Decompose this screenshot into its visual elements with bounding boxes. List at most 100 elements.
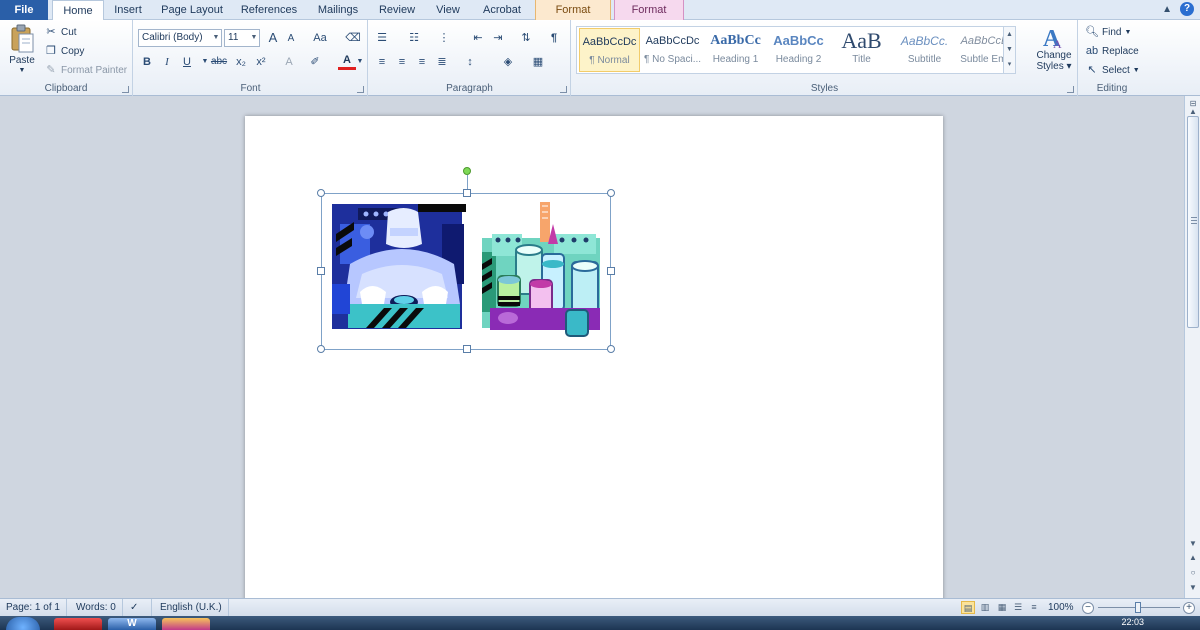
tab-format-picture[interactable]: Format [535, 0, 611, 20]
clipboard-launcher-icon[interactable] [122, 86, 129, 93]
taskbar-clock[interactable]: 22:03 [1121, 617, 1144, 627]
styles-scrollbar[interactable]: ▲ ▼ ▾ [1003, 27, 1015, 73]
style-normal[interactable]: AaBbCcDc ¶ Normal [579, 28, 640, 72]
help-icon[interactable]: ? [1180, 2, 1194, 16]
browse-object-icon[interactable]: ○ [1187, 567, 1199, 579]
scroll-down-icon[interactable]: ▼ [1187, 538, 1199, 550]
document-page[interactable] [245, 116, 943, 598]
taskbar-word-icon[interactable]: W [108, 618, 156, 630]
zoom-in-button[interactable]: + [1183, 602, 1195, 614]
sort-icon[interactable]: ⇅ [517, 29, 535, 47]
full-screen-reading-icon[interactable]: ▥ [978, 601, 992, 614]
grow-font-button[interactable]: A [264, 29, 282, 47]
paste-button[interactable]: Paste ▼ [6, 24, 38, 74]
cut-button[interactable]: ✂ Cut [44, 25, 76, 39]
align-center-icon[interactable]: ≡ [393, 53, 411, 71]
proofing-icon[interactable]: ✓ [124, 599, 152, 617]
taskbar-app-icon[interactable] [54, 618, 102, 630]
borders-icon[interactable]: ▦ [529, 53, 547, 71]
next-page-icon[interactable]: ▼ [1187, 582, 1199, 594]
select-button[interactable]: ↖ Select ▼ [1085, 63, 1139, 77]
picture-selection-frame[interactable] [317, 167, 615, 353]
strikethrough-button[interactable]: abc [208, 53, 230, 71]
tab-review[interactable]: Review [372, 0, 422, 20]
word-count-status[interactable]: Words: 0 [70, 599, 123, 617]
style-subtitle[interactable]: AaBbCc. Subtitle [894, 28, 955, 72]
text-effects-icon[interactable]: A [280, 53, 298, 71]
font-size-dropdown[interactable]: 11 ▼ [224, 29, 260, 47]
font-color-dropdown-icon[interactable]: ▼ [355, 53, 365, 71]
tab-mailings[interactable]: Mailings [310, 0, 366, 20]
highlight-icon[interactable]: ✐ [306, 53, 324, 71]
bold-button[interactable]: B [138, 53, 156, 71]
tab-insert[interactable]: Insert [106, 0, 150, 20]
styles-launcher-icon[interactable] [1067, 86, 1074, 93]
justify-icon[interactable]: ≣ [433, 53, 451, 71]
zoom-out-button[interactable]: − [1082, 602, 1094, 614]
zoom-level[interactable]: 100% [1048, 599, 1074, 617]
change-styles-button[interactable]: A A Change Styles ▾ [1032, 24, 1076, 72]
show-hide-button[interactable]: ¶ [545, 29, 563, 47]
style-heading-1[interactable]: AaBbCc Heading 1 [705, 28, 766, 72]
superscript-button[interactable]: x² [252, 53, 270, 71]
underline-button[interactable]: U [178, 53, 196, 71]
align-left-icon[interactable]: ≡ [373, 53, 391, 71]
tab-page-layout[interactable]: Page Layout [156, 0, 228, 20]
chevron-up-icon[interactable]: ▲ [1004, 27, 1015, 42]
decrease-indent-icon[interactable]: ⇤ [469, 29, 487, 47]
format-painter-button[interactable]: ✎ Format Painter [44, 63, 127, 77]
vertical-scrollbar[interactable]: ⊟ ▲ ▼ ▲ ○ ▼ [1184, 96, 1200, 598]
draft-view-icon[interactable]: ≡ [1027, 601, 1041, 614]
tab-home[interactable]: Home [52, 0, 104, 21]
italic-button[interactable]: I [158, 53, 176, 71]
bullets-icon[interactable]: ☰ [373, 29, 391, 47]
font-launcher-icon[interactable] [357, 86, 364, 93]
resize-handle-bottom-left[interactable] [317, 345, 325, 353]
print-layout-icon[interactable]: ▤ [961, 601, 975, 614]
resize-handle-left[interactable] [317, 267, 325, 275]
previous-page-icon[interactable]: ▲ [1187, 552, 1199, 564]
paragraph-launcher-icon[interactable] [560, 86, 567, 93]
style-title[interactable]: AaB Title [831, 28, 892, 72]
shrink-font-button[interactable]: A [282, 30, 300, 48]
scrollbar-thumb[interactable] [1187, 116, 1199, 328]
page-count-status[interactable]: Page: 1 of 1 [0, 599, 67, 617]
outline-view-icon[interactable]: ☰ [1011, 601, 1025, 614]
resize-handle-bottom-right[interactable] [607, 345, 615, 353]
tab-format-drawing[interactable]: Format [614, 0, 684, 20]
replace-button[interactable]: ab Replace [1085, 44, 1139, 58]
rotate-handle[interactable] [463, 167, 471, 175]
align-right-icon[interactable]: ≡ [413, 53, 431, 71]
resize-handle-top[interactable] [463, 189, 471, 197]
change-case-button[interactable]: Aa [308, 29, 332, 47]
increase-indent-icon[interactable]: ⇥ [489, 29, 507, 47]
start-button[interactable] [6, 617, 40, 630]
taskbar-app-icon[interactable] [162, 618, 210, 630]
style-heading-2[interactable]: AaBbCc Heading 2 [768, 28, 829, 72]
line-spacing-icon[interactable]: ↕ [461, 53, 479, 71]
tab-acrobat[interactable]: Acrobat [474, 0, 530, 20]
style-no-spacing[interactable]: AaBbCcDc ¶ No Spaci... [642, 28, 703, 72]
tab-file[interactable]: File [0, 0, 48, 20]
font-color-button[interactable]: A [338, 51, 356, 70]
clear-formatting-icon[interactable]: ⌫ [344, 29, 362, 47]
minimize-ribbon-icon[interactable]: ▲ [1162, 4, 1172, 15]
font-name-dropdown[interactable]: Calibri (Body) ▼ [138, 29, 222, 47]
multilevel-list-icon[interactable]: ⋮ [435, 29, 453, 47]
numbering-icon[interactable]: ☷ [405, 29, 423, 47]
copy-button[interactable]: ❐ Copy [44, 44, 84, 58]
tab-references[interactable]: References [236, 0, 302, 20]
subscript-button[interactable]: x₂ [232, 53, 250, 71]
find-button[interactable]: 🔍︎ Find ▼ [1085, 25, 1131, 39]
paste-dropdown-icon[interactable]: ▼ [19, 67, 26, 74]
shading-icon[interactable]: ◈ [499, 53, 517, 71]
chevron-down-icon[interactable]: ▼ [1004, 42, 1015, 57]
tab-view[interactable]: View [428, 0, 468, 20]
resize-handle-right[interactable] [607, 267, 615, 275]
resize-handle-bottom[interactable] [463, 345, 471, 353]
web-layout-icon[interactable]: ▦ [995, 601, 1009, 614]
resize-handle-top-left[interactable] [317, 189, 325, 197]
resize-handle-top-right[interactable] [607, 189, 615, 197]
language-status[interactable]: English (U.K.) [154, 599, 229, 617]
more-styles-icon[interactable]: ▾ [1004, 57, 1015, 72]
